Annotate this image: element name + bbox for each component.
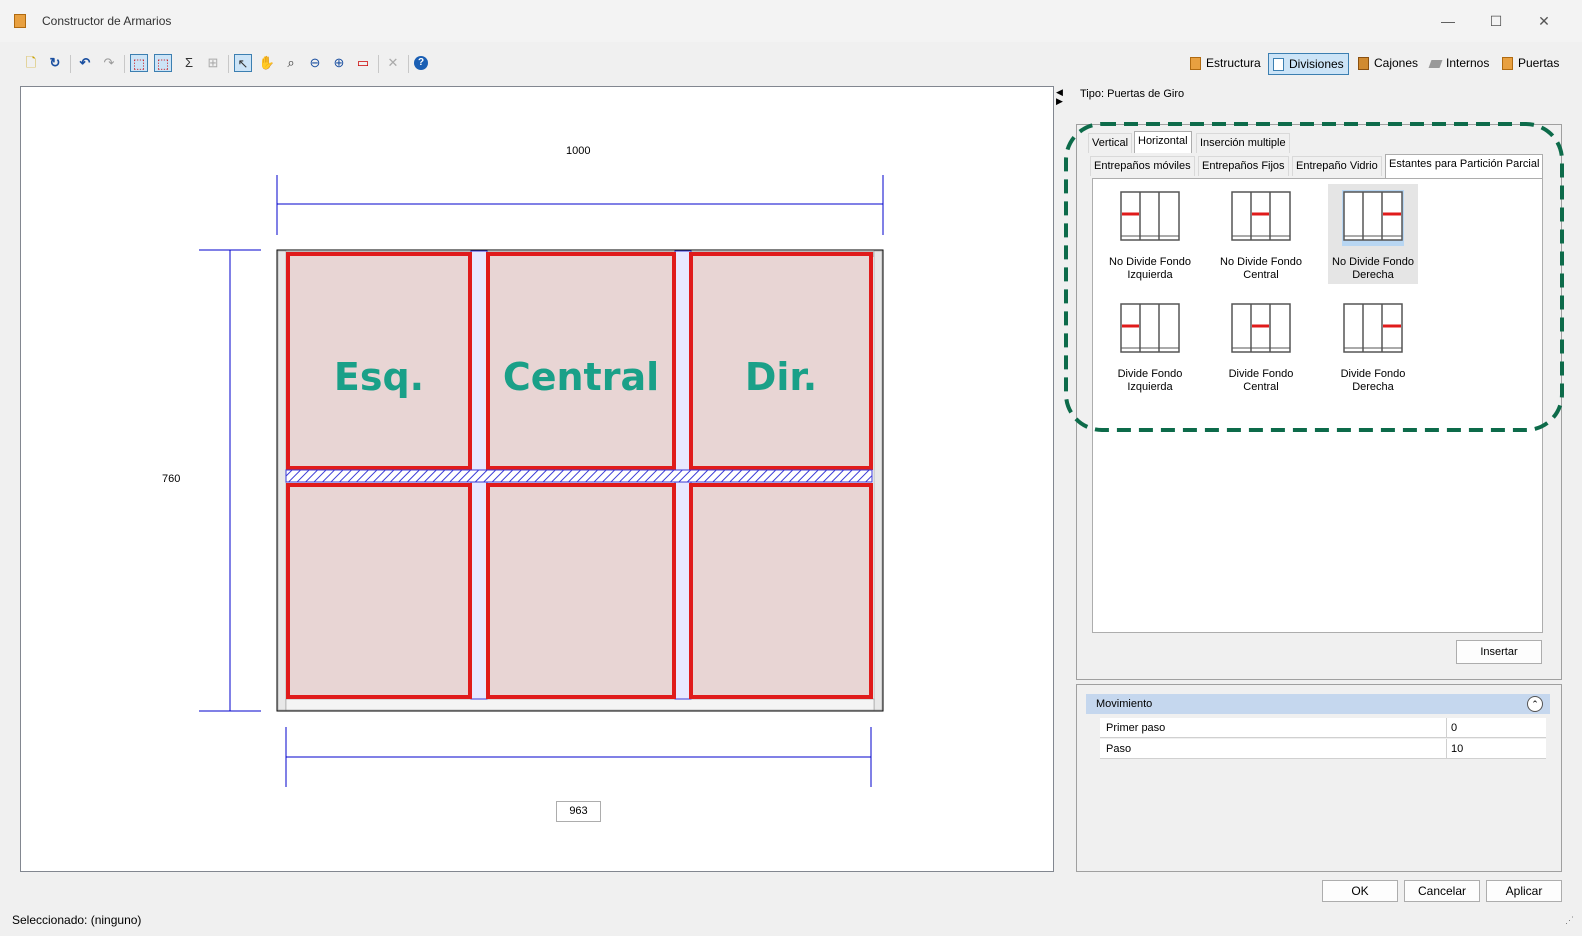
module-cajones[interactable]: Cajones — [1354, 53, 1422, 75]
gallery-item[interactable]: Divide Fondo Central — [1216, 296, 1306, 396]
prop-name: Primer paso — [1106, 722, 1166, 734]
module-internos[interactable]: Internos — [1426, 53, 1493, 75]
prop-row-paso: Paso 10 — [1100, 739, 1546, 759]
prop-row-primer-paso: Primer paso 0 — [1100, 718, 1546, 738]
maximize-button[interactable]: ☐ — [1474, 8, 1518, 34]
gallery-item-label: Divide Fondo Derecha — [1340, 368, 1406, 393]
grid-icon[interactable]: ⊞ — [204, 54, 222, 72]
prop-name: Paso — [1106, 743, 1132, 755]
partial-shelf-left-icon — [1120, 191, 1180, 241]
tab-insercion-multiple[interactable]: Inserción multiple — [1196, 133, 1290, 153]
zoom-window-icon[interactable]: ▭ — [354, 54, 372, 72]
gallery-item-label: Divide Fondo Izquierda — [1117, 368, 1183, 393]
width-dimension: 1000 — [566, 145, 591, 157]
module-estructura[interactable]: Estructura — [1186, 53, 1265, 75]
shelf-icon — [1428, 60, 1443, 68]
drawer-icon — [1358, 57, 1369, 70]
tab-estantes-particion-parcial[interactable]: Estantes para Partición Parcial — [1385, 154, 1544, 178]
pointer-icon[interactable]: ↖ — [234, 54, 252, 72]
partial-shelf-center-icon — [1231, 191, 1291, 241]
status-bar: Seleccionado: (ninguno) ⋰ — [0, 908, 1582, 936]
paso-field[interactable]: 10 — [1446, 739, 1546, 759]
zoom-extents-icon[interactable]: ⌕ — [282, 54, 300, 72]
gallery-item[interactable]: Divide Fondo Izquierda — [1105, 296, 1195, 396]
reset-icon[interactable]: ↻ — [46, 54, 64, 72]
bay-label-right: Dir. — [744, 355, 818, 399]
new-file-icon[interactable]: 🗋 — [22, 54, 40, 72]
gallery-item[interactable]: No Divide Fondo Derecha — [1328, 184, 1418, 284]
gallery-item[interactable]: No Divide Fondo Izquierda — [1105, 184, 1195, 284]
status-text: Seleccionado: (ninguno) — [12, 913, 142, 927]
collapse-chevron-icon[interactable]: ⌃ — [1527, 696, 1543, 712]
help-icon[interactable]: ? — [414, 56, 428, 70]
inner-width-dimension[interactable]: 963 — [556, 801, 601, 822]
partial-shelf-right-icon — [1343, 303, 1403, 353]
drawing-canvas[interactable]: 1000 760 Esq. Central Dir. — [20, 86, 1054, 872]
redo-icon[interactable]: ↷ — [100, 54, 118, 72]
bay-label-left: Esq. — [333, 355, 425, 399]
bay-label-center: Central — [502, 355, 660, 399]
partial-shelf-left-icon — [1120, 303, 1180, 353]
module-divisiones[interactable]: Divisiones — [1268, 53, 1349, 75]
movimiento-header[interactable]: Movimiento — [1086, 694, 1550, 714]
close-button[interactable]: ✕ — [1522, 8, 1566, 34]
tab-entrepanos-fijos[interactable]: Entrepaños Fijos — [1198, 156, 1289, 176]
tab-horizontal[interactable]: Horizontal — [1134, 131, 1192, 153]
delete-icon[interactable]: ✕ — [384, 54, 402, 72]
undo-icon[interactable]: ↶ — [76, 54, 94, 72]
sigma-icon[interactable]: Σ — [180, 54, 198, 72]
insert-button[interactable]: Insertar — [1456, 640, 1542, 664]
partial-shelf-center-icon — [1231, 303, 1291, 353]
pan-hand-icon[interactable]: ✋ — [258, 54, 276, 72]
select-parts-icon[interactable]: ⬚ — [130, 54, 148, 72]
height-dimension: 760 — [162, 473, 181, 485]
gallery-item-label: No Divide Fondo Central — [1220, 256, 1302, 281]
window-title: Constructor de Armarios — [42, 14, 172, 28]
minimize-button[interactable]: — — [1426, 8, 1470, 34]
gallery-item[interactable]: No Divide Fondo Central — [1216, 184, 1306, 284]
tab-vertical[interactable]: Vertical — [1088, 133, 1133, 153]
tab-entrepano-vidrio[interactable]: Entrepaño Vidrio — [1292, 156, 1382, 176]
gallery-item-label: No Divide Fondo Derecha — [1332, 256, 1414, 281]
resize-grip-icon[interactable]: ⋰ — [1565, 908, 1574, 932]
apply-button[interactable]: Aplicar — [1486, 880, 1562, 902]
partial-shelf-right-icon — [1343, 191, 1403, 241]
cancel-button[interactable]: Cancelar — [1404, 880, 1480, 902]
tab-entrepanos-moviles[interactable]: Entrepaños móviles — [1090, 156, 1195, 176]
zoom-in-icon[interactable]: ⊕ — [330, 54, 348, 72]
zoom-out-icon[interactable]: ⊖ — [306, 54, 324, 72]
gallery-item-label: Divide Fondo Central — [1228, 368, 1294, 393]
gallery-item[interactable]: Divide Fondo Derecha — [1328, 296, 1418, 396]
app-icon — [14, 14, 26, 28]
cabinet-icon — [1190, 57, 1201, 70]
title-bar: Constructor de Armarios — ☐ ✕ — [0, 0, 1582, 42]
panel-collapse-arrows-icon[interactable]: ◀ ▶ — [1056, 88, 1063, 106]
gallery-item-label: No Divide Fondo Izquierda — [1109, 256, 1191, 281]
module-puertas[interactable]: Puertas — [1498, 53, 1563, 75]
select-zones-icon[interactable]: ⬚ — [154, 54, 172, 72]
primer-paso-field[interactable]: 0 — [1446, 718, 1546, 738]
grid-icon — [1273, 58, 1284, 71]
ok-button[interactable]: OK — [1322, 880, 1398, 902]
tipo-label: Tipo: Puertas de Giro — [1080, 88, 1185, 100]
door-icon — [1502, 57, 1513, 70]
